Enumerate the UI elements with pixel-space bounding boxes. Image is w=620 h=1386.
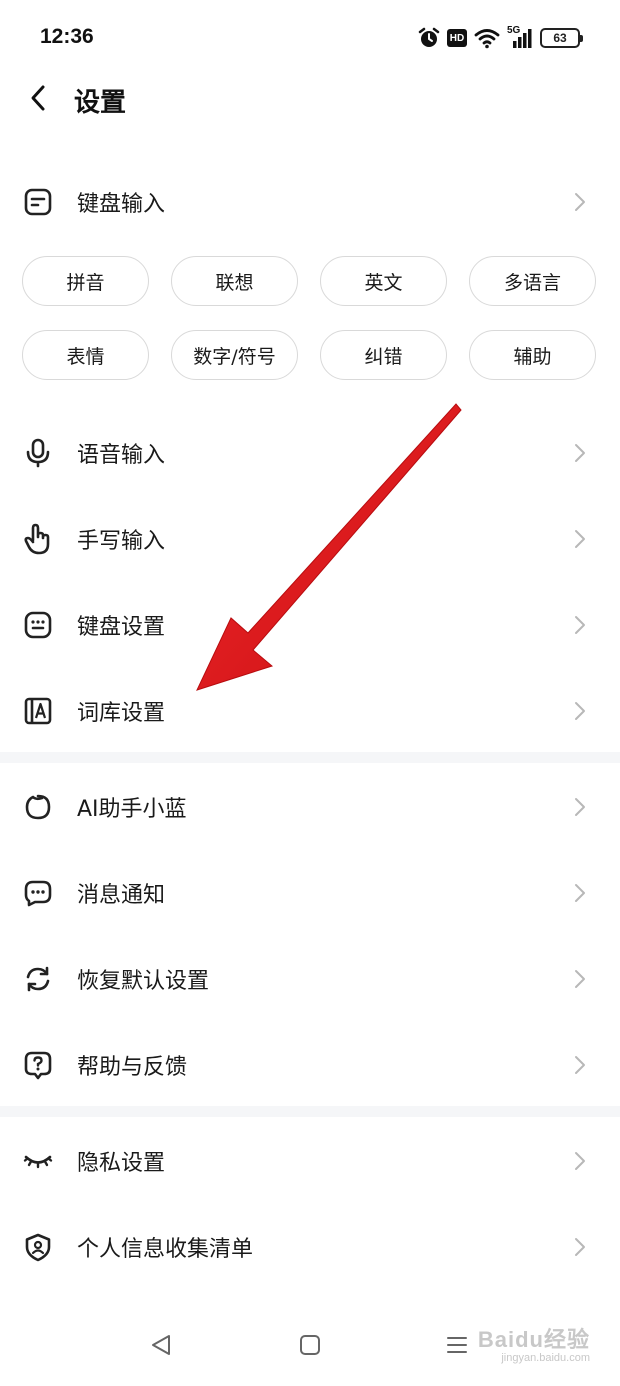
message-icon: [22, 877, 54, 909]
chevron-right-icon: [574, 1150, 588, 1172]
wifi-icon: [474, 27, 500, 49]
chip-multilingual[interactable]: 多语言: [469, 256, 596, 306]
chip-error-correction[interactable]: 纠错: [320, 330, 447, 380]
menu-item-help-feedback[interactable]: 帮助与反馈: [0, 1025, 620, 1105]
nav-home-button[interactable]: [295, 1332, 325, 1362]
menu-item-keyboard-settings[interactable]: 键盘设置: [0, 585, 620, 665]
watermark: Baidu经验 jingyan.baidu.com: [478, 1322, 590, 1364]
chevron-left-icon: [29, 84, 47, 116]
chevron-right-icon: [574, 700, 588, 722]
menu-item-label: 隐私设置: [77, 1151, 166, 1176]
hd-icon: HD: [447, 29, 467, 47]
nav-back-button[interactable]: [146, 1332, 176, 1362]
ai-assistant-icon: [22, 791, 54, 823]
menu-item-label: 恢复默认设置: [77, 969, 210, 994]
closed-eye-icon: [22, 1145, 54, 1177]
menu-item-label: 语音输入: [77, 443, 166, 468]
square-home-icon: [298, 1333, 322, 1361]
chip-emoji[interactable]: 表情: [22, 330, 149, 380]
back-button[interactable]: [18, 80, 58, 120]
chip-numbers-symbols[interactable]: 数字/符号: [171, 330, 298, 380]
header: 设置: [0, 76, 620, 126]
refresh-icon: [22, 963, 54, 995]
section-divider: [0, 752, 620, 763]
menu-item-label: 键盘设置: [77, 615, 166, 640]
microphone-icon: [22, 437, 54, 469]
chevron-right-icon: [574, 528, 588, 550]
menu-item-handwriting-input[interactable]: 手写输入: [0, 499, 620, 579]
menu-item-label: 帮助与反馈: [77, 1055, 188, 1080]
status-time: 12:36: [40, 25, 94, 48]
menu-item-dictionary-settings[interactable]: 词库设置: [0, 671, 620, 751]
section-divider: [0, 1106, 620, 1117]
menu-item-label: AI助手小蓝: [77, 797, 187, 822]
chevron-right-icon: [574, 882, 588, 904]
menu-item-label: 消息通知: [77, 883, 166, 908]
alarm-icon: [418, 27, 440, 49]
keyboard-settings-icon: [22, 609, 54, 641]
chip-assist[interactable]: 辅助: [469, 330, 596, 380]
chevron-right-icon: [574, 442, 588, 464]
menu-item-label: 键盘输入: [77, 192, 166, 217]
menu-item-notifications[interactable]: 消息通知: [0, 853, 620, 933]
menu-item-label: 手写输入: [77, 529, 166, 554]
watermark-main: Baidu经验: [477, 1327, 590, 1352]
chip-pinyin[interactable]: 拼音: [22, 256, 149, 306]
chip-association[interactable]: 联想: [171, 256, 298, 306]
menu-item-voice-input[interactable]: 语音输入: [0, 413, 620, 493]
menu-item-label: 词库设置: [77, 701, 166, 726]
nav-recents-button[interactable]: [442, 1332, 472, 1362]
chip-english[interactable]: 英文: [320, 256, 447, 306]
battery-indicator: 63: [540, 28, 583, 48]
hd-label: HD: [449, 32, 465, 44]
chevron-right-icon: [574, 1236, 588, 1258]
menu-item-restore-defaults[interactable]: 恢复默认设置: [0, 939, 620, 1019]
hand-pointer-icon: [22, 523, 54, 555]
triangle-back-icon: [149, 1333, 173, 1361]
chevron-right-icon: [574, 191, 588, 213]
menu-item-label: 个人信息收集清单: [77, 1237, 254, 1262]
chevron-right-icon: [574, 968, 588, 990]
cellular-signal-icon: 5G: [507, 25, 533, 49]
help-icon: [22, 1049, 54, 1081]
status-icons: HD 5G 63: [418, 24, 583, 52]
chevron-right-icon: [574, 614, 588, 636]
page-title: 设置: [74, 88, 127, 118]
dictionary-icon: [22, 695, 54, 727]
menu-item-keyboard-input[interactable]: 键盘输入: [0, 162, 620, 242]
menu-item-personal-info-list[interactable]: 个人信息收集清单: [0, 1207, 620, 1287]
menu-item-privacy-settings[interactable]: 隐私设置: [0, 1121, 620, 1201]
battery-level: 63: [553, 31, 567, 45]
chevron-right-icon: [574, 796, 588, 818]
status-bar: 12:36 HD 5G 63: [0, 0, 620, 76]
menu-item-ai-assistant[interactable]: AI助手小蓝: [0, 767, 620, 847]
keyboard-input-icon: [22, 186, 54, 218]
menu-lines-icon: [445, 1333, 469, 1361]
shield-user-icon: [22, 1231, 54, 1263]
chevron-right-icon: [574, 1054, 588, 1076]
